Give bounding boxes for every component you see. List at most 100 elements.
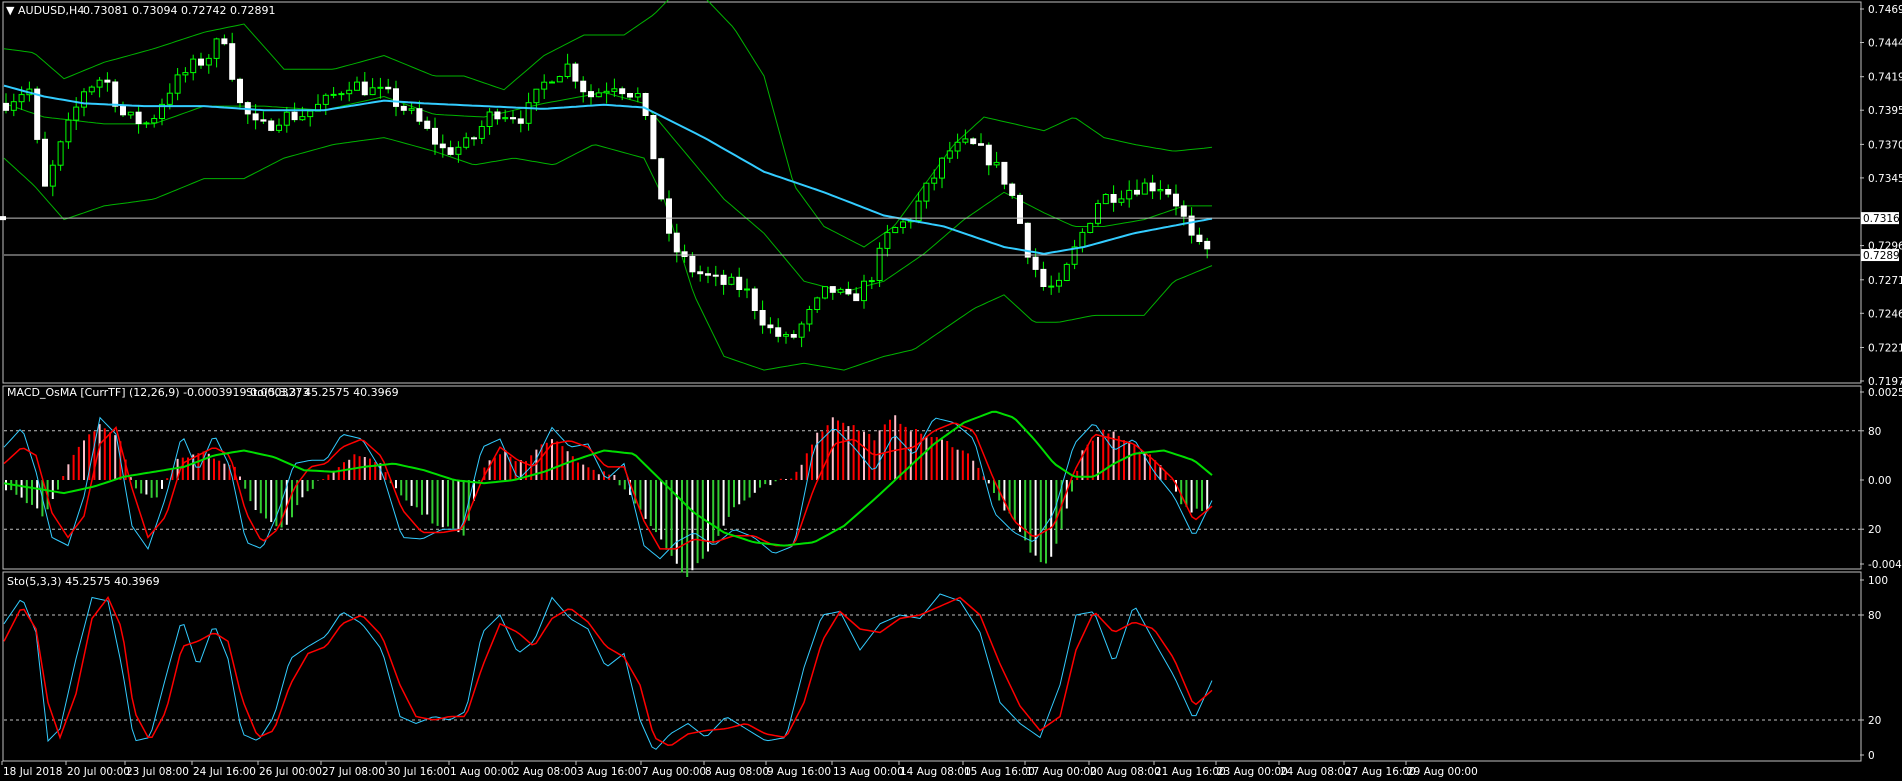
candle-bear <box>736 276 743 290</box>
candle-bull <box>939 157 945 179</box>
price-hline-label: 0.73161 <box>1863 213 1902 225</box>
candle-bull <box>923 182 930 202</box>
candle-bull <box>307 110 314 118</box>
candle-bull <box>1157 189 1164 192</box>
candle-bear <box>424 120 431 129</box>
candle-bear <box>198 58 204 66</box>
time-tick-label: 20 Jul 00:00 <box>67 766 130 778</box>
candle-bear <box>1180 205 1187 217</box>
time-tick-label: 24 Jul 16:00 <box>193 766 256 778</box>
time-tick-label: 13 Aug 00:00 <box>833 766 904 778</box>
candle-bull <box>88 86 95 93</box>
candle-bear <box>853 293 860 302</box>
candle-bear <box>790 334 797 338</box>
candle-bear <box>291 111 298 121</box>
candle-bull <box>65 119 72 143</box>
candle-bear <box>385 86 392 90</box>
candle-bull <box>954 141 961 152</box>
time-tick-label: 15 Aug 16:00 <box>964 766 1035 778</box>
macd-tick-label: 20 <box>1868 524 1881 536</box>
candle-bear <box>627 93 633 98</box>
candle-bull <box>299 116 306 121</box>
candle-bull <box>814 297 821 310</box>
candle-bull <box>73 106 80 121</box>
price-tick-label: 0.72215 <box>1868 342 1902 354</box>
macd-tick-label: 0.002565 <box>1868 387 1902 399</box>
candle-bull <box>837 288 844 293</box>
time-tick-label: 2 Aug 08:00 <box>513 766 577 778</box>
candle-bull <box>634 93 641 98</box>
price-tick-label: 0.72960 <box>1868 241 1902 253</box>
candle-bear <box>1009 183 1016 196</box>
candle-bear <box>221 38 228 45</box>
macd-sto-label: Sto(5,3,3) 45.2575 40.3969 <box>246 386 399 399</box>
candle-bull <box>182 72 189 76</box>
candle-bull <box>798 323 805 338</box>
candle-bear <box>588 91 594 98</box>
candle-bull <box>868 280 875 283</box>
candle-bull <box>525 102 532 124</box>
candle-bear <box>829 286 836 293</box>
candle-bull <box>57 141 64 166</box>
candle-bull <box>884 232 891 249</box>
candle-bear <box>572 63 579 82</box>
candle-bull <box>463 137 470 148</box>
candle-bear <box>400 105 407 111</box>
candle-bull <box>283 111 290 126</box>
candle-bull <box>369 87 376 96</box>
sto-tick-label: 100 <box>1868 575 1888 587</box>
candle-bull <box>1095 203 1101 224</box>
ohlc-label: 0.73081 0.73094 0.72742 0.72891 <box>83 4 275 17</box>
price-tick-label: 0.73700 <box>1868 139 1902 151</box>
candle-bear <box>1165 189 1172 195</box>
candle-bull <box>322 94 329 105</box>
candle-bull <box>1079 231 1086 248</box>
candle-bear <box>1134 189 1140 195</box>
price-tick-label: 0.72710 <box>1868 275 1902 287</box>
time-tick-label: 27 Jul 08:00 <box>322 766 385 778</box>
candle-bear <box>705 273 711 276</box>
candle-bear <box>268 120 275 131</box>
candle-bull <box>564 63 571 77</box>
candle-bear <box>642 93 649 116</box>
candle-bear <box>689 256 696 273</box>
candle-bull <box>892 227 899 234</box>
macd-tick-label: -0.004147 <box>1868 559 1902 571</box>
candle-bear <box>510 117 516 120</box>
candle-bear <box>42 138 48 187</box>
candle-bear <box>1001 161 1008 185</box>
time-tick-label: 1 Aug 00:00 <box>450 766 514 778</box>
candle-bull <box>806 309 813 325</box>
candle-bear <box>260 119 267 122</box>
candle-bull <box>595 92 602 98</box>
price-marker <box>0 216 6 221</box>
candle-bull <box>1102 194 1109 205</box>
time-tick-label: 21 Aug 16:00 <box>1155 766 1226 778</box>
candle-bull <box>276 124 282 131</box>
candle-bull <box>354 81 360 91</box>
sto-label: Sto(5,3,3) 45.2575 40.3969 <box>7 575 160 588</box>
candle-bear <box>432 127 438 145</box>
price-tick-label: 0.72465 <box>1868 308 1902 320</box>
symbol-label: AUDUSD,H4 <box>18 4 84 17</box>
macd-tick-label: 0.00 <box>1868 475 1891 487</box>
candle-bear <box>681 251 688 258</box>
candle-bull <box>1048 285 1055 288</box>
candle-bear <box>985 144 992 166</box>
candle-bull <box>377 86 384 89</box>
candle-bear <box>978 143 984 146</box>
candle-bear <box>494 111 501 120</box>
candle-bear <box>135 111 142 125</box>
time-tick-label: 29 Aug 00:00 <box>1407 766 1478 778</box>
candle-bear <box>3 102 9 111</box>
candle-bull <box>1087 222 1094 233</box>
time-tick-label: 20 Aug 08:00 <box>1090 766 1161 778</box>
time-tick-label: 18 Jul 2018 <box>3 766 62 778</box>
time-tick-label: 23 Aug 00:00 <box>1217 766 1288 778</box>
candle-bull <box>190 58 197 74</box>
time-tick-label: 26 Jul 00:00 <box>259 766 322 778</box>
candle-bear <box>1032 256 1039 270</box>
candle-bull <box>10 101 17 111</box>
candle-bear <box>361 81 368 96</box>
candle-bull <box>502 117 509 120</box>
